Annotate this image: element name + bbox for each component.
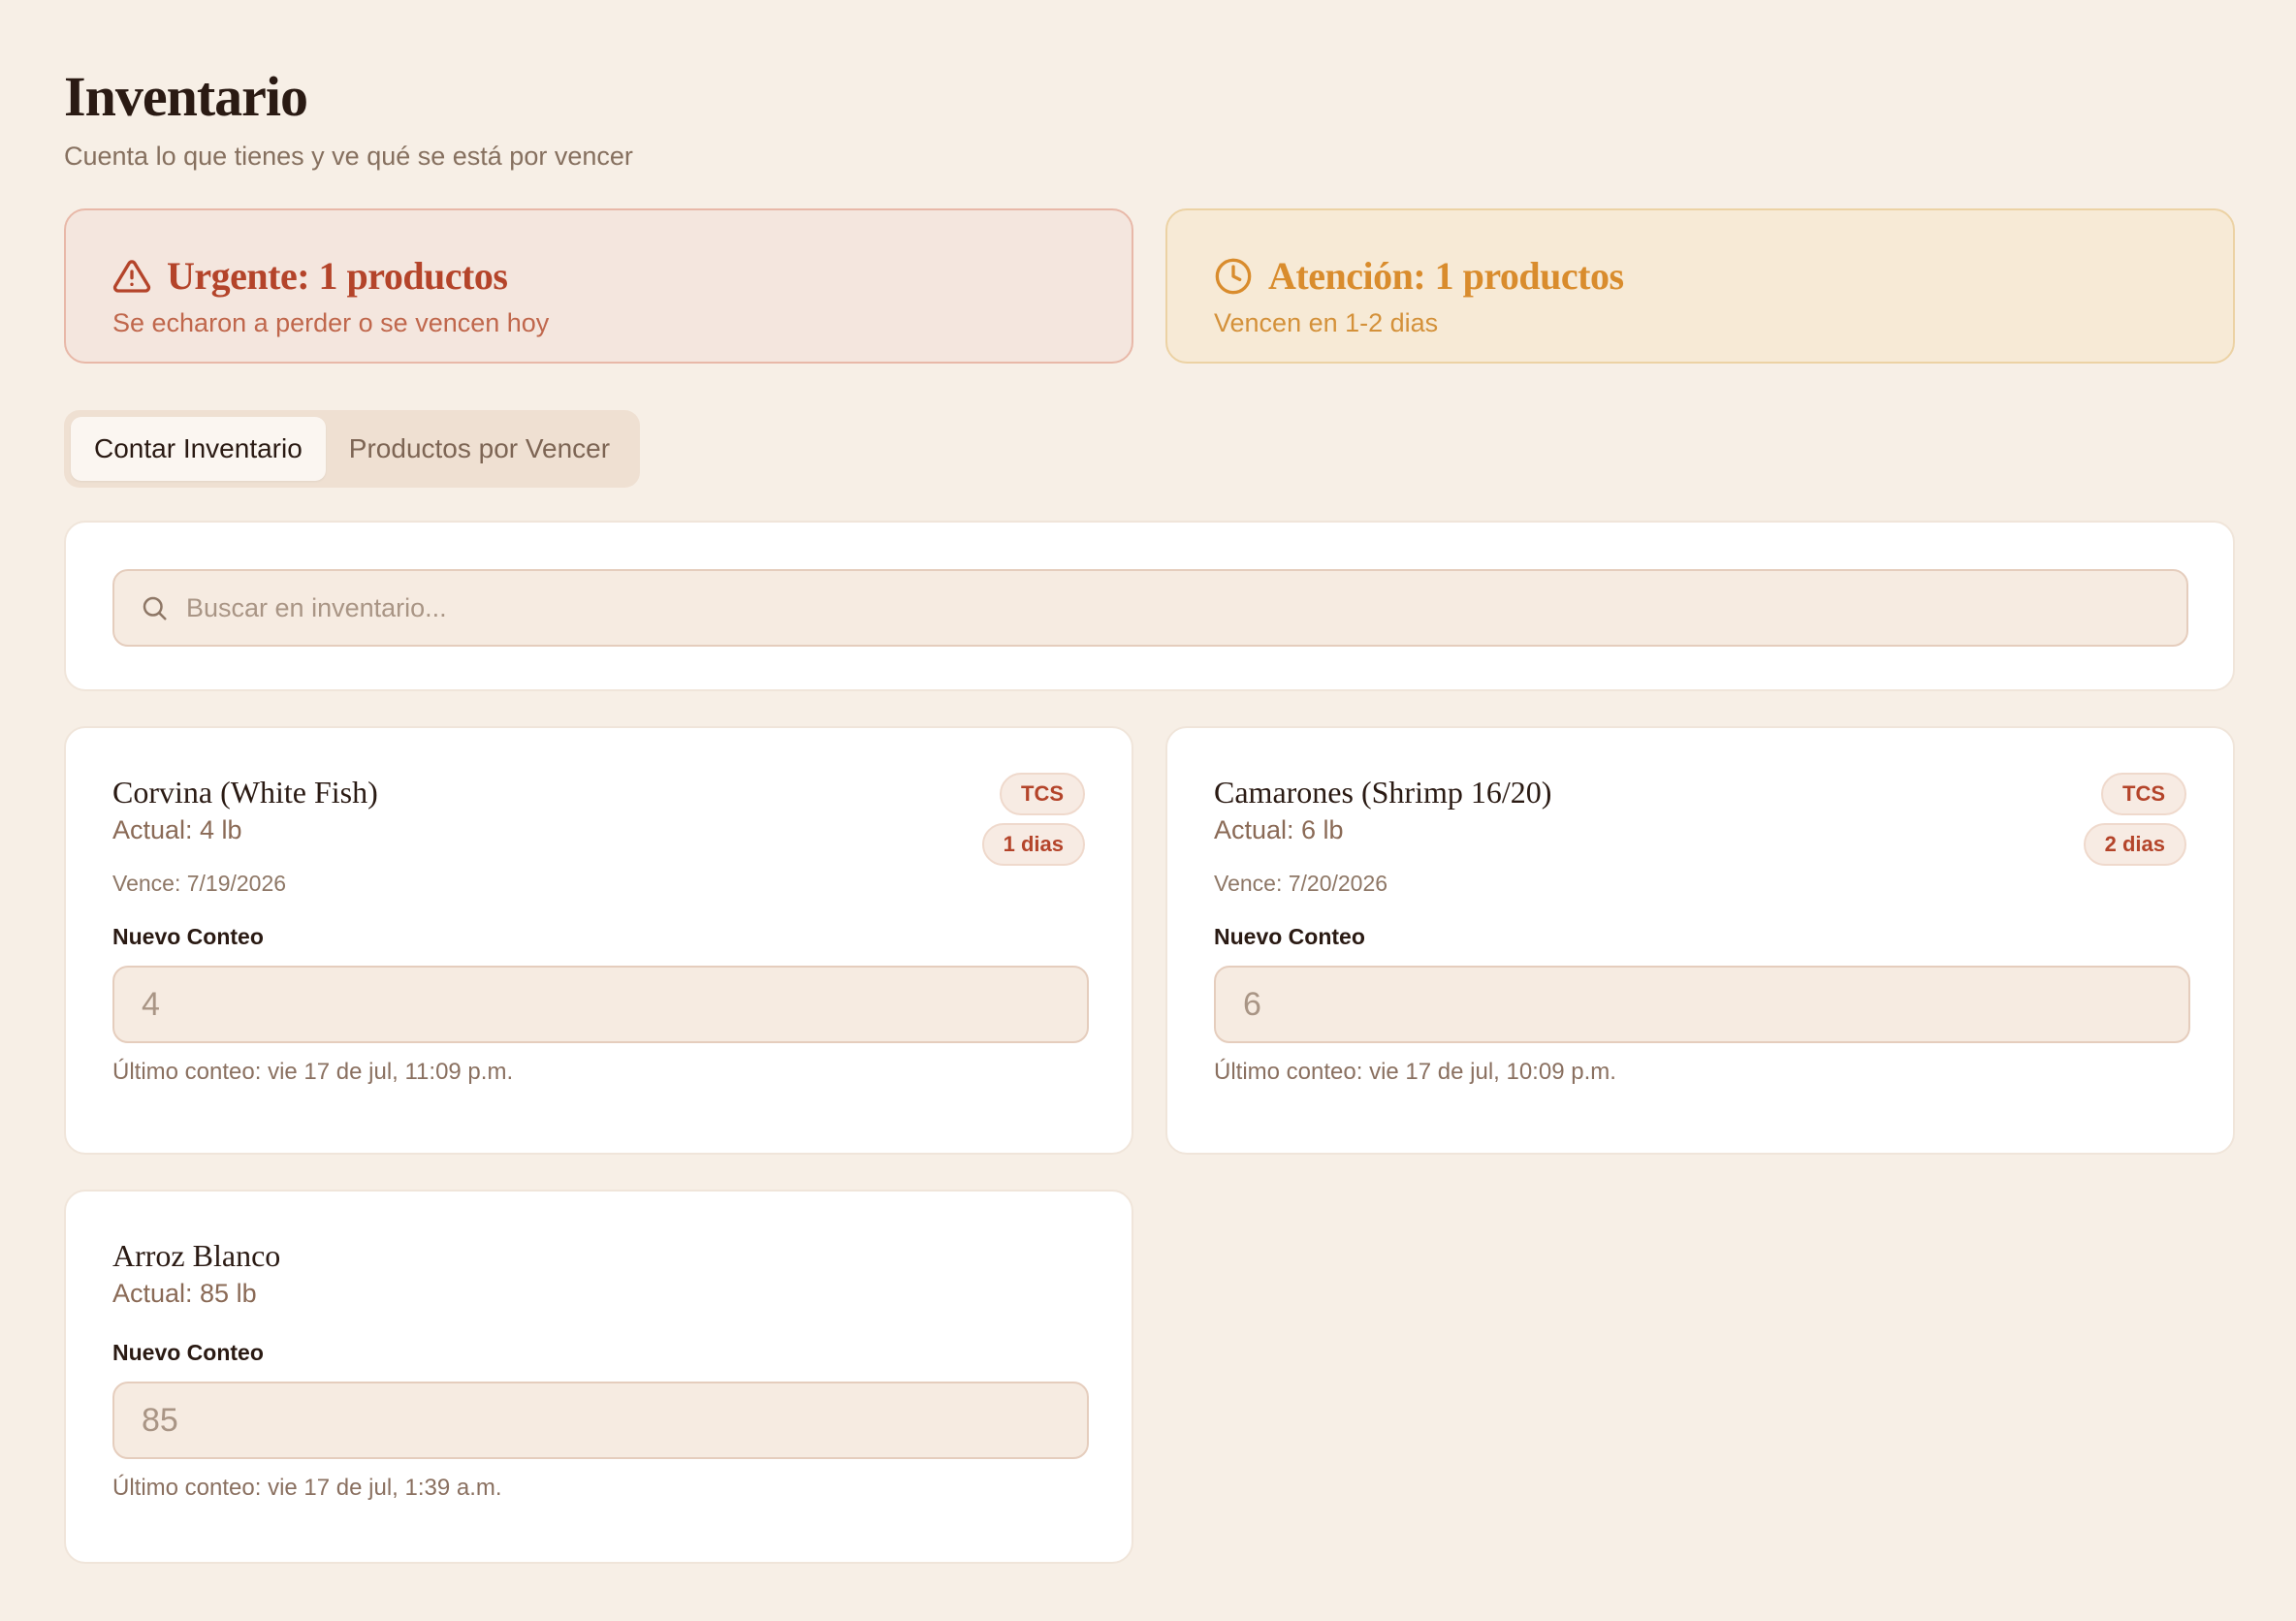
last-count-timestamp: Último conteo: vie 17 de jul, 10:09 p.m. <box>1214 1059 1616 1085</box>
tab-contar-inventario[interactable]: Contar Inventario <box>71 417 326 481</box>
item-name: Camarones (Shrimp 16/20) <box>1214 775 1552 810</box>
new-count-label: Nuevo Conteo <box>1214 924 1365 949</box>
attention-alert: Atención: 1 productos Vencen en 1-2 dias <box>1165 208 2235 364</box>
item-name: Arroz Blanco <box>112 1238 281 1273</box>
days-left-badge: 2 dias <box>2083 823 2186 866</box>
new-count-label: Nuevo Conteo <box>112 924 264 949</box>
tcs-badge: TCS <box>1000 773 1085 815</box>
view-tabs: Contar Inventario Productos por Vencer <box>64 410 641 488</box>
search-card <box>64 521 2235 691</box>
clock-icon <box>1215 258 1252 294</box>
page-title: Inventario <box>64 65 308 128</box>
inventory-page: Inventario Cuenta lo que tienes y ve qué… <box>0 0 2296 1621</box>
search-input[interactable] <box>186 592 2028 623</box>
item-expiry-date: Vence: 7/20/2026 <box>1214 871 1388 896</box>
new-count-input[interactable] <box>112 1382 1089 1459</box>
item-badges: TCS 1 dias <box>981 773 1085 874</box>
item-actual-quantity: Actual: 85 lb <box>112 1279 257 1308</box>
search-icon <box>143 596 167 620</box>
page-subtitle: Cuenta lo que tienes y ve qué se está po… <box>64 142 633 171</box>
search-box[interactable] <box>112 569 2188 647</box>
tab-productos-por-vencer[interactable]: Productos por Vencer <box>326 417 633 481</box>
item-expiry-date: Vence: 7/19/2026 <box>112 871 287 896</box>
urgent-alert-description: Se echaron a perder o se vencen hoy <box>112 308 550 337</box>
warning-triangle-icon <box>112 259 151 293</box>
inventory-item-card: Arroz Blanco Actual: 85 lb Nuevo Conteo … <box>64 1190 1133 1564</box>
inventory-item-card: Camarones (Shrimp 16/20) Actual: 6 lb TC… <box>1165 726 2235 1155</box>
attention-alert-description: Vencen en 1-2 dias <box>1214 308 1439 337</box>
new-count-label: Nuevo Conteo <box>112 1340 264 1365</box>
new-count-input[interactable] <box>112 966 1089 1043</box>
item-actual-quantity: Actual: 6 lb <box>1214 815 1344 844</box>
item-name: Corvina (White Fish) <box>112 775 378 810</box>
attention-alert-title: Atención: 1 productos <box>1268 254 1624 298</box>
item-actual-quantity: Actual: 4 lb <box>112 815 242 844</box>
urgent-alert: Urgente: 1 productos Se echaron a perder… <box>64 208 1133 364</box>
inventory-grid: Corvina (White Fish) Actual: 4 lb TCS 1 … <box>64 726 2235 1564</box>
item-badges: TCS 2 dias <box>2083 773 2186 874</box>
tcs-badge: TCS <box>2101 773 2186 815</box>
last-count-timestamp: Último conteo: vie 17 de jul, 1:39 a.m. <box>112 1475 502 1501</box>
last-count-timestamp: Último conteo: vie 17 de jul, 11:09 p.m. <box>112 1059 514 1085</box>
days-left-badge: 1 dias <box>981 823 1085 866</box>
urgent-alert-title: Urgente: 1 productos <box>167 254 508 298</box>
new-count-input[interactable] <box>1214 966 2190 1043</box>
inventory-item-card: Corvina (White Fish) Actual: 4 lb TCS 1 … <box>64 726 1133 1155</box>
alerts-row: Urgente: 1 productos Se echaron a perder… <box>64 208 2235 364</box>
